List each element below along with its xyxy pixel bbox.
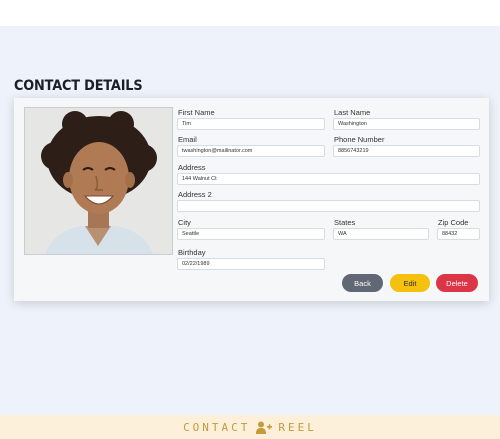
city-label: City [178, 218, 191, 227]
brand-text-right: REEL [278, 420, 317, 434]
birthday-field[interactable]: 02/22/1989 [177, 258, 325, 270]
page-title: CONTACT DETAILS [14, 78, 143, 94]
zip-code-field[interactable]: 88432 [437, 228, 480, 240]
brand-logo[interactable]: CONTACT REEL [0, 415, 500, 439]
address2-field[interactable] [177, 200, 480, 212]
footer: CONTACT REEL [0, 415, 500, 439]
address-field[interactable]: 144 Walnut Ct [177, 173, 480, 185]
city-field[interactable]: Seattle [177, 228, 325, 240]
brand-text-left: CONTACT [183, 420, 251, 434]
contact-card: First Name Tim Last Name Washington Emai… [14, 98, 489, 301]
add-contact-icon [256, 421, 273, 434]
edit-button[interactable]: Edit [390, 274, 430, 292]
state-field[interactable]: WA [333, 228, 429, 240]
last-name-label: Last Name [334, 108, 371, 117]
back-button[interactable]: Back [342, 274, 383, 292]
contact-photo [24, 107, 173, 255]
delete-button[interactable]: Delete [436, 274, 478, 292]
phone-number-label: Phone Number [334, 135, 385, 144]
state-label: States [334, 218, 356, 227]
person-portrait-image [25, 108, 172, 254]
address2-label: Address 2 [178, 190, 212, 199]
zip-code-label: Zip Code [438, 218, 469, 227]
phone-number-field[interactable]: 8856743219 [333, 145, 480, 157]
last-name-field[interactable]: Washington [333, 118, 480, 130]
first-name-label: First Name [178, 108, 215, 117]
address-label: Address [178, 163, 206, 172]
email-field[interactable]: twashington@mailinator.com [177, 145, 325, 157]
first-name-field[interactable]: Tim [177, 118, 325, 130]
email-label: Email [178, 135, 197, 144]
birthday-label: Birthday [178, 248, 206, 257]
top-bar [0, 0, 500, 26]
